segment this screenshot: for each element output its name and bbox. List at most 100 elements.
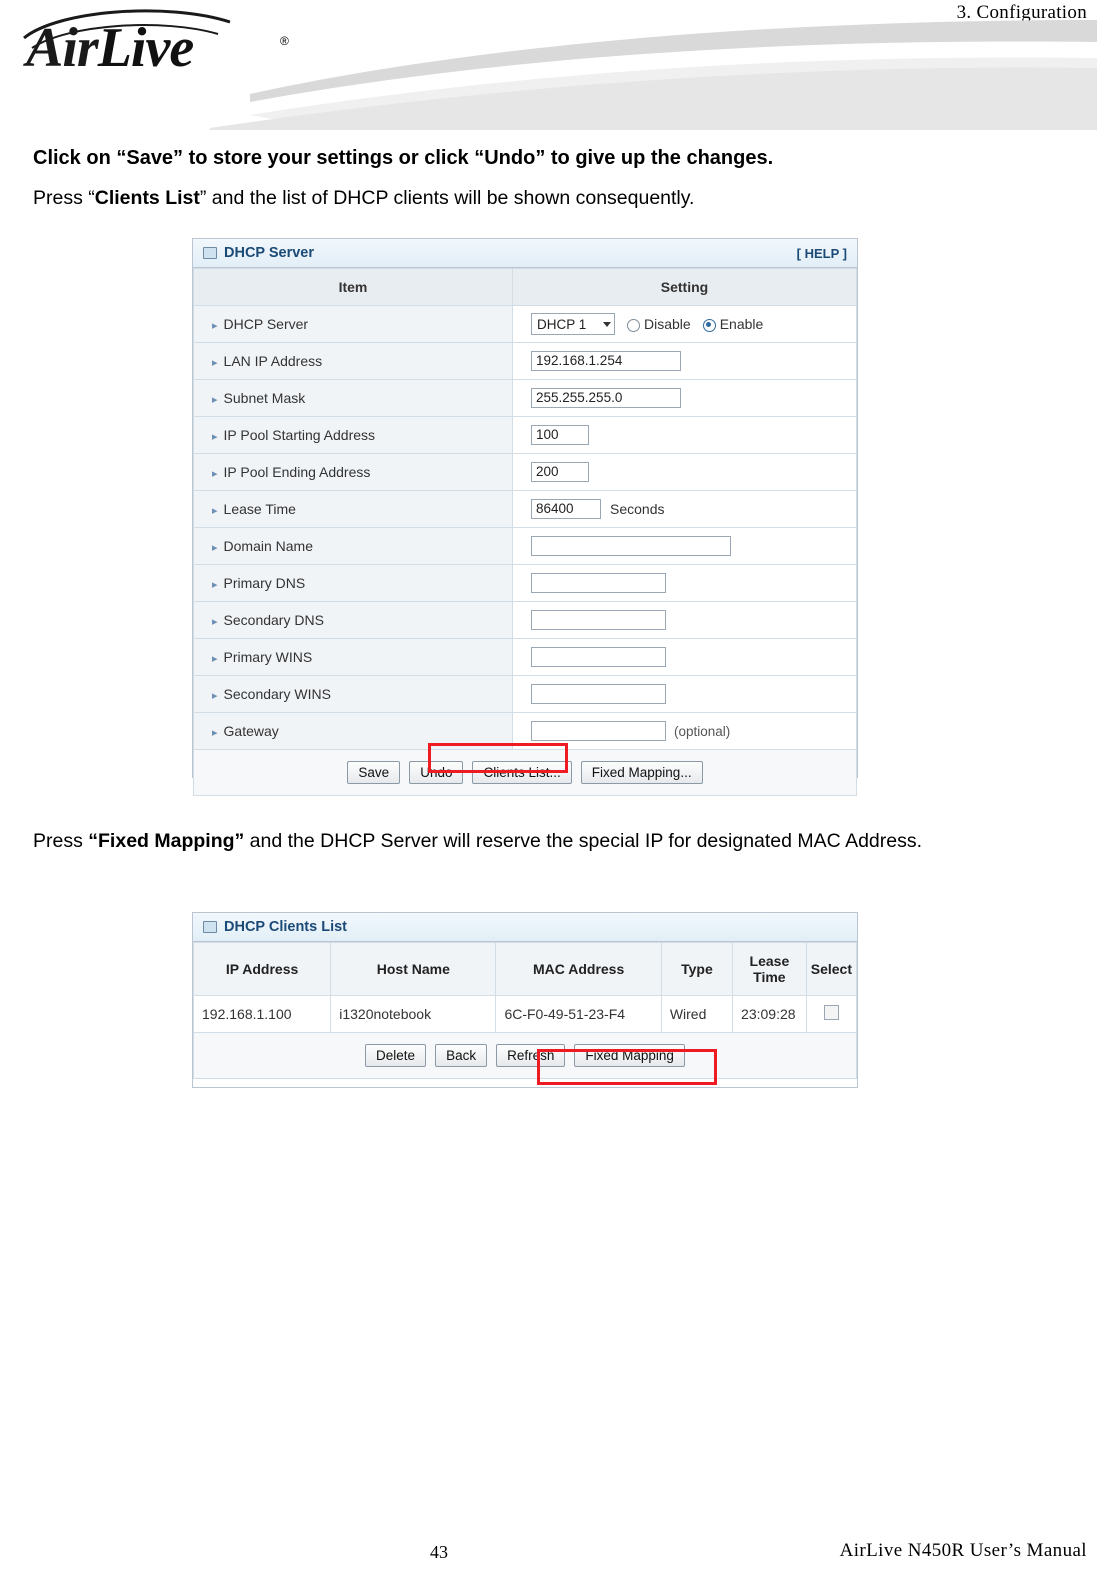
dhcp-clients-table: IP Address Host Name MAC Address Type Le… [192, 942, 858, 1033]
highlight-clients-list-button [428, 743, 568, 773]
dhcp-server-panel: DHCP Server [ HELP ] Item Setting ▸ DHCP … [192, 238, 858, 796]
cell-ip-address: 192.168.1.100 [192, 995, 332, 1033]
cell-select [805, 995, 858, 1033]
instruction-line-save-undo: Click on “Save” to store your settings o… [33, 147, 774, 169]
pool-start-input[interactable]: 100 [531, 425, 589, 445]
row-label-text: Subnet Mask [223, 390, 306, 406]
table-row: ▸ LAN IP Address 192.168.1.254 [193, 342, 857, 380]
line2-post: ” and the list of DHCP clients will be s… [199, 187, 695, 209]
row-label-text: IP Pool Starting Address [223, 427, 376, 443]
disable-radio[interactable] [627, 318, 640, 332]
cell-host-name: i1320notebook [330, 995, 497, 1033]
bullet-arrow-icon: ▸ [212, 579, 218, 591]
dhcp-clients-button-row: Delete Back Refresh Fixed Mapping [193, 1033, 857, 1079]
row-label-domain-name: ▸ Domain Name [193, 527, 513, 565]
lease-time-line2: Time [753, 969, 786, 985]
logo-air-text: Air [26, 17, 99, 79]
delete-button[interactable]: Delete [365, 1044, 427, 1067]
row-label-text: Primary WINS [223, 649, 313, 665]
bullet-arrow-icon: ▸ [212, 616, 218, 628]
logo-live-text: Live [97, 17, 194, 79]
row-label-text: LAN IP Address [223, 353, 323, 369]
table-row: ▸ DHCP Server DHCP 1 Disable Enable [193, 305, 857, 343]
row-label-text: Gateway [223, 723, 279, 739]
table-row: ▸ IP Pool Starting Address 100 [193, 416, 857, 454]
bullet-arrow-icon: ▸ [212, 505, 218, 517]
row-value-pool-end: 200 [512, 453, 857, 491]
table-row: ▸ Primary DNS [193, 564, 857, 602]
save-button[interactable]: Save [347, 761, 401, 784]
row-label-lease-time: ▸ Lease Time [193, 490, 513, 528]
col-header-setting: Setting [512, 268, 857, 306]
footer-manual-title: AirLive N450R User’s Manual [839, 1540, 1087, 1561]
dhcp-server-title: DHCP Server [224, 245, 315, 261]
line3-post: and the DHCP Server will reserve the spe… [244, 830, 923, 852]
fixed-mapping-button[interactable]: Fixed Mapping... [580, 761, 703, 784]
row-value-dhcp-server: DHCP 1 Disable Enable [512, 305, 857, 343]
row-value-pool-start: 100 [512, 416, 857, 454]
dhcp-server-select[interactable]: DHCP 1 [531, 313, 615, 335]
dhcp-clients-panel-header: DHCP Clients List [193, 913, 857, 942]
table-row: ▸ Secondary WINS [193, 675, 857, 713]
bullet-arrow-icon: ▸ [212, 727, 218, 739]
row-value-secondary-dns [512, 601, 857, 639]
bullet-arrow-icon: ▸ [212, 394, 218, 406]
bullet-arrow-icon: ▸ [212, 468, 218, 480]
dhcp-server-settings-table: Item Setting ▸ DHCP Server DHCP 1 Disable… [193, 268, 857, 750]
disable-radio-label: Disable [644, 316, 691, 332]
row-label-pool-start: ▸ IP Pool Starting Address [193, 416, 513, 454]
row-label-primary-dns: ▸ Primary DNS [193, 564, 513, 602]
row-label-text: Primary DNS [223, 575, 306, 591]
page-number: 43 [430, 1542, 448, 1562]
table-row: ▸ Domain Name [193, 527, 857, 565]
select-checkbox[interactable] [823, 1005, 839, 1020]
row-label-lan-ip: ▸ LAN IP Address [193, 342, 513, 380]
row-label-primary-wins: ▸ Primary WINS [193, 638, 513, 676]
lease-time-line1: Lease [749, 953, 790, 969]
cell-mac-address: 6C-F0-49-51-23-F4 [495, 995, 662, 1033]
table-row: ▸ Primary WINS [193, 638, 857, 676]
secondary-wins-input[interactable] [531, 684, 666, 704]
window-icon [203, 247, 217, 259]
row-value-primary-dns [512, 564, 857, 602]
col-header-lease-time: Lease Time [732, 942, 807, 996]
secondary-dns-input[interactable] [531, 610, 666, 630]
subnet-mask-input[interactable]: 255.255.255.0 [531, 388, 681, 408]
pool-end-input[interactable]: 200 [531, 462, 589, 482]
row-value-subnet-mask: 255.255.255.0 [512, 379, 857, 417]
line3-bold: “Fixed Mapping” [88, 830, 245, 852]
primary-wins-input[interactable] [531, 647, 666, 667]
table-header-row: Item Setting [193, 268, 857, 306]
lease-time-unit: Seconds [610, 501, 665, 517]
dhcp-clients-list-panel: DHCP Clients List IP Address Host Name M… [192, 912, 858, 1088]
row-label-secondary-wins: ▸ Secondary WINS [193, 675, 513, 713]
row-label-secondary-dns: ▸ Secondary DNS [193, 601, 513, 639]
lease-time-input[interactable]: 86400 [531, 499, 601, 519]
enable-radio[interactable] [702, 318, 716, 332]
dhcp-clients-title: DHCP Clients List [224, 919, 348, 935]
col-header-type: Type [660, 942, 734, 996]
row-label-text: Secondary WINS [223, 686, 331, 702]
row-value-lan-ip: 192.168.1.254 [512, 342, 857, 380]
window-icon [203, 921, 217, 933]
table-row: ▸ Subnet Mask 255.255.255.0 [193, 379, 857, 417]
help-link[interactable]: [ HELP ] [797, 246, 847, 261]
row-label-text: Lease Time [223, 501, 296, 517]
cell-type: Wired [660, 995, 734, 1033]
table-row: 192.168.1.100 i1320notebook 6C-F0-49-51-… [192, 995, 858, 1033]
lan-ip-input[interactable]: 192.168.1.254 [531, 351, 681, 371]
bullet-arrow-icon: ▸ [212, 431, 218, 443]
bullet-arrow-icon: ▸ [212, 690, 218, 702]
col-header-host-name: Host Name [330, 942, 497, 996]
back-button[interactable]: Back [435, 1044, 488, 1067]
table-header-row: IP Address Host Name MAC Address Type Le… [192, 942, 858, 996]
primary-dns-input[interactable] [531, 573, 666, 593]
row-label-text: IP Pool Ending Address [223, 464, 371, 480]
logo-registered-mark: ® [280, 34, 289, 48]
gateway-input[interactable] [531, 721, 666, 741]
dhcp-server-select-value: DHCP 1 [537, 316, 587, 332]
col-header-ip-address: IP Address [192, 942, 332, 996]
row-label-dhcp-server: ▸ DHCP Server [193, 305, 513, 343]
domain-name-input[interactable] [531, 536, 731, 556]
instruction-line-clients-list: Press “Clients List” and the list of DHC… [33, 184, 694, 213]
